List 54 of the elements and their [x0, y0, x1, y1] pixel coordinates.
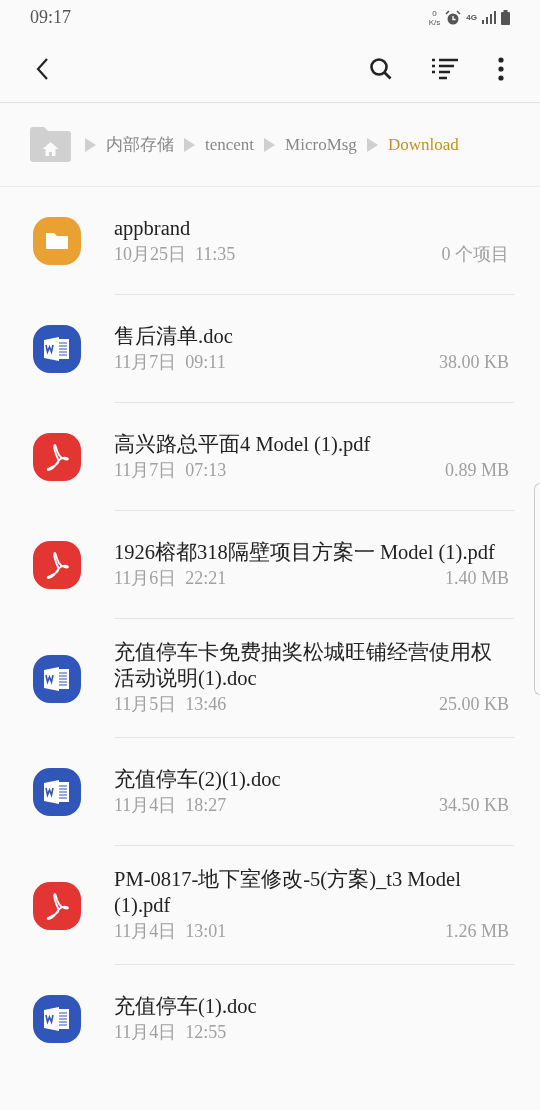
file-row[interactable]: appbrand 10月25日 11:35 0 个项目 [0, 187, 540, 295]
file-row[interactable]: PM-0817-地下室修改-5(方案)_t3 Model (1).pdf 11月4日 13:01 1.26 MB [0, 846, 540, 965]
file-name: 1926榕都318隔壁项目方案一 Model (1).pdf [114, 539, 496, 565]
chevron-icon [366, 137, 378, 152]
word-document-icon [33, 325, 81, 373]
more-options-button[interactable] [496, 55, 506, 82]
breadcrumb-item[interactable]: 内部存储 [106, 131, 174, 158]
word-document-icon [33, 654, 81, 703]
file-size: 38.00 KB [439, 350, 509, 374]
file-row[interactable]: 充值停车卡免费抽奖松城旺铺经营使用权活动说明(1).doc 11月5日 13:46 25.00 KB [0, 619, 540, 738]
file-date: 11月7日 07:13 [114, 458, 227, 482]
file-row[interactable]: 售后清单.doc 11月7日 09:11 38.00 KB [0, 295, 540, 403]
breadcrumb-item[interactable]: MicroMsg [285, 131, 357, 158]
file-size: 34.50 KB [439, 793, 509, 817]
file-date: 11月4日 18:27 [114, 793, 227, 817]
word-document-icon [33, 995, 81, 1043]
folder-icon [33, 217, 81, 265]
file-row[interactable]: 1926榕都318隔壁项目方案一 Model (1).pdf 11月6日 22:21 1.40 MB [0, 511, 540, 619]
file-size: 25.00 KB [439, 693, 509, 716]
file-row[interactable]: 高兴路总平面4 Model (1).pdf 11月7日 07:13 0.89 MB [0, 403, 540, 511]
file-date: 11月7日 09:11 [114, 350, 226, 374]
pdf-document-icon [33, 433, 81, 481]
file-date: 11月4日 12:55 [114, 1021, 227, 1044]
file-date: 11月6日 22:21 [114, 566, 227, 590]
file-name: appbrand [114, 215, 192, 241]
chevron-icon [184, 137, 195, 152]
file-size: 0 个项目 [441, 242, 509, 266]
file-row[interactable]: 充值停车(2)(1).doc 11月4日 18:27 34.50 KB [0, 738, 540, 846]
signal-icon [482, 11, 496, 24]
file-size: 1.40 MB [445, 566, 509, 590]
network-speed: 0 K/s [428, 8, 441, 27]
battery-icon [501, 10, 510, 25]
file-name: 充值停车卡免费抽奖松城旺铺经营使用权活动说明(1).doc [114, 640, 493, 691]
breadcrumb-item[interactable]: tencent [205, 131, 255, 158]
chevron-icon [264, 137, 276, 152]
status-time: 09:17 [30, 6, 71, 29]
pdf-document-icon [33, 881, 81, 930]
network-type: 4G [466, 11, 477, 24]
file-name: 充值停车(1).doc [114, 994, 258, 1019]
file-name: 售后清单.doc [114, 323, 234, 349]
file-date: 11月4日 13:01 [114, 920, 227, 943]
file-size: 0.89 MB [445, 458, 509, 482]
pdf-document-icon [33, 541, 81, 589]
file-size: 1.26 MB [445, 920, 509, 943]
file-name: 充值停车(2)(1).doc [114, 766, 282, 792]
file-name: 高兴路总平面4 Model (1).pdf [114, 431, 372, 457]
file-date: 10月25日 11:35 [114, 242, 236, 266]
file-row[interactable]: 充值停车(1).doc 11月4日 12:55 [0, 965, 540, 1073]
file-date: 11月5日 13:46 [114, 693, 227, 716]
search-button[interactable] [368, 55, 394, 82]
file-name: PM-0817-地下室修改-5(方案)_t3 Model (1).pdf [114, 867, 462, 918]
alarm-icon [445, 9, 462, 26]
chevron-icon [85, 137, 96, 152]
word-document-icon [33, 768, 81, 816]
